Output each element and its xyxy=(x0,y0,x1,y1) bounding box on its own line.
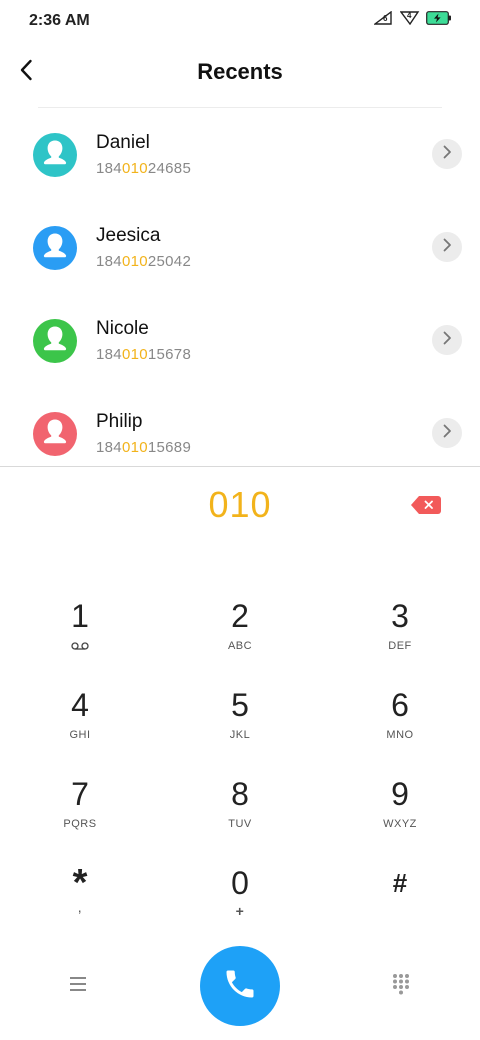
key-7[interactable]: 7 PQRS xyxy=(0,766,160,852)
chevron-right-icon xyxy=(442,331,452,350)
contact-name: Nicole xyxy=(96,318,149,339)
key-6[interactable]: 6 MNO xyxy=(320,677,480,763)
key-digit: 9 xyxy=(391,776,409,812)
key-9[interactable]: 9 WXYZ xyxy=(320,766,480,852)
key-digit: 3 xyxy=(391,598,409,634)
key-letters: + xyxy=(235,903,245,919)
key-8[interactable]: 8 TUV xyxy=(160,766,320,852)
menu-button[interactable] xyxy=(62,973,94,999)
dialed-number: 010 xyxy=(208,484,272,525)
avatar xyxy=(33,226,77,270)
recent-item[interactable]: Daniel 18401024685 xyxy=(0,108,480,201)
dialpad-toggle-button[interactable] xyxy=(386,971,416,1001)
key-hash[interactable]: # xyxy=(320,855,480,941)
number-prefix: 184 xyxy=(96,346,122,363)
contact-detail-button[interactable] xyxy=(432,418,462,448)
number-prefix: 184 xyxy=(96,253,122,270)
chevron-right-icon xyxy=(442,424,452,443)
person-icon xyxy=(42,418,68,451)
recent-item[interactable]: Philip 18401015689 xyxy=(0,387,480,466)
person-icon xyxy=(42,232,68,265)
header: Recents xyxy=(0,48,480,98)
bottom-bar xyxy=(0,945,480,1027)
key-letters: JKL xyxy=(229,729,251,741)
voicemail-icon xyxy=(0,642,160,650)
contact-number: 18401024685 xyxy=(96,160,191,177)
page-title: Recents xyxy=(197,59,283,84)
key-digit: 8 xyxy=(231,776,249,812)
key-letters: MNO xyxy=(386,729,414,741)
key-star[interactable]: * , xyxy=(0,855,160,941)
backspace-icon xyxy=(410,496,442,520)
contact-number: 18401025042 xyxy=(96,253,191,270)
number-prefix: 184 xyxy=(96,439,122,456)
key-letters: GHI xyxy=(69,729,91,741)
key-letters: PQRS xyxy=(63,818,97,830)
contact-detail-button[interactable] xyxy=(432,139,462,169)
key-digit: 7 xyxy=(71,776,89,812)
status-icons: 6 4 xyxy=(374,11,452,25)
key-digit: * xyxy=(72,862,88,904)
contact-name: Daniel xyxy=(96,132,150,153)
key-letters: DEF xyxy=(388,640,412,652)
status-bar: 2:36 AM 6 4 xyxy=(0,0,480,44)
sim2-badge: 4 xyxy=(407,11,412,20)
sim1-badge: 6 xyxy=(383,14,388,23)
contact-detail-button[interactable] xyxy=(432,325,462,355)
call-button[interactable] xyxy=(200,946,280,1026)
number-suffix: 15689 xyxy=(147,439,192,456)
number-suffix: 24685 xyxy=(147,160,192,177)
key-digit: 4 xyxy=(71,687,89,723)
avatar xyxy=(33,412,77,456)
battery-charging-icon xyxy=(426,11,452,25)
contact-name: Jeesica xyxy=(96,225,161,246)
number-match: 010 xyxy=(121,346,148,363)
chevron-right-icon xyxy=(442,238,452,257)
chevron-right-icon xyxy=(442,145,452,164)
key-digit: 5 xyxy=(231,687,249,723)
key-letters: WXYZ xyxy=(383,818,417,830)
list-divider xyxy=(0,466,480,467)
key-letters: , xyxy=(77,899,83,915)
signal-sim2-icon: 4 xyxy=(400,11,420,25)
key-5[interactable]: 5 JKL xyxy=(160,677,320,763)
key-letters: ABC xyxy=(227,640,253,652)
recent-item[interactable]: Nicole 18401015678 xyxy=(0,294,480,387)
contact-detail-button[interactable] xyxy=(432,232,462,262)
avatar xyxy=(33,133,77,177)
contact-name: Philip xyxy=(96,411,143,432)
contact-number: 18401015678 xyxy=(96,346,191,363)
dialpad-icon xyxy=(391,973,411,1000)
number-match: 010 xyxy=(121,253,148,270)
key-letters: TUV xyxy=(228,818,252,830)
number-match: 010 xyxy=(121,439,148,456)
number-suffix: 25042 xyxy=(147,253,192,270)
key-2[interactable]: 2 ABC xyxy=(160,588,320,674)
key-0[interactable]: 0 + xyxy=(160,855,320,941)
number-match: 010 xyxy=(121,160,148,177)
key-digit: 2 xyxy=(231,598,249,634)
key-digit: 1 xyxy=(71,598,89,634)
person-icon xyxy=(42,139,68,172)
status-time: 2:36 AM xyxy=(29,12,90,29)
key-digit: 0 xyxy=(231,865,249,901)
number-prefix: 184 xyxy=(96,160,122,177)
recent-item[interactable]: Jeesica 18401025042 xyxy=(0,201,480,294)
menu-icon xyxy=(68,976,88,997)
delete-button[interactable] xyxy=(410,494,442,516)
contact-number: 18401015689 xyxy=(96,439,191,456)
key-4[interactable]: 4 GHI xyxy=(0,677,160,763)
phone-icon xyxy=(222,966,258,1007)
key-digit: # xyxy=(392,868,408,898)
person-icon xyxy=(42,325,68,358)
signal-sim1-icon: 6 xyxy=(374,11,394,25)
key-1[interactable]: 1 xyxy=(0,588,160,674)
recents-list: Daniel 18401024685 Jeesica 18401025042 N… xyxy=(0,108,480,466)
number-suffix: 15678 xyxy=(147,346,192,363)
avatar xyxy=(33,319,77,363)
key-3[interactable]: 3 DEF xyxy=(320,588,480,674)
key-digit: 6 xyxy=(391,687,409,723)
